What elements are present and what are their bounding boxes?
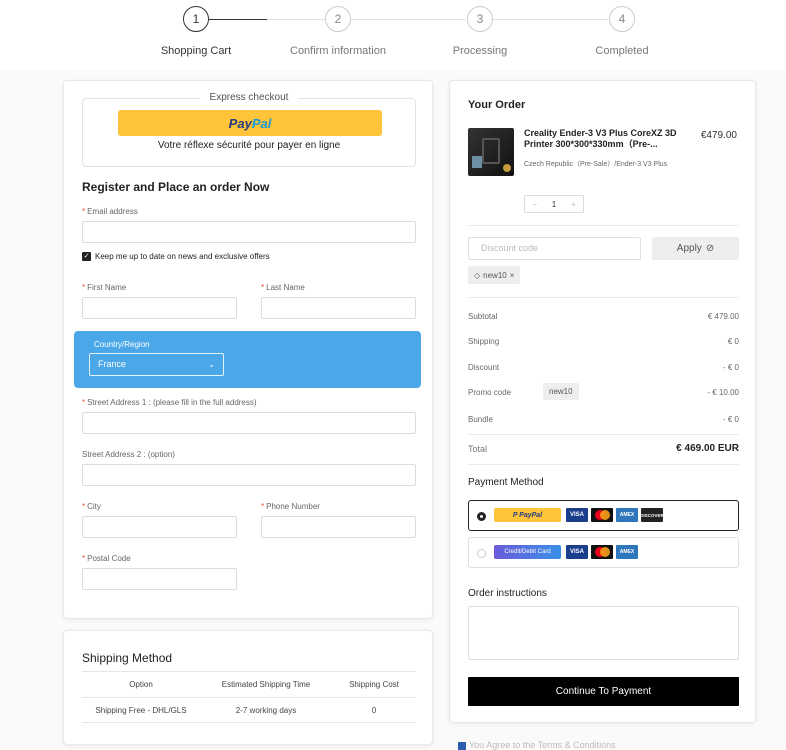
shipping-header-time: Estimated Shipping Time (221, 680, 311, 689)
newsletter-label: Keep me up to date on news and exclusive… (95, 252, 270, 261)
step-4: 4 (609, 6, 635, 32)
divider (468, 434, 739, 435)
step-1: 1 (183, 6, 209, 32)
terms-agreement[interactable]: You Agree to the Terms & Conditions (458, 740, 616, 750)
shipping-row: Shipping € 0 (468, 337, 739, 346)
amex-icon: AMEX (616, 508, 638, 522)
street1-field[interactable] (82, 412, 416, 434)
amex-icon: AMEX (616, 545, 638, 559)
credit-card-logo: Credit/Debit Card (494, 545, 561, 559)
product-image (468, 128, 514, 176)
applied-discount-tag: ◇ new10 × (468, 266, 521, 284)
step-3: 3 (467, 6, 493, 32)
qty-value[interactable]: 1 (552, 200, 556, 209)
city-label: * City (82, 502, 101, 511)
email-label: * Email address (82, 207, 138, 216)
shipping-option-name: Shipping Free - DHL/GLS (95, 705, 187, 715)
shipping-header-option: Option (129, 680, 153, 689)
shipping-option-time: 2-7 working days (235, 705, 297, 715)
paypal-express-button[interactable]: Pay Pal (118, 110, 382, 136)
country-label: Country/Region (94, 340, 150, 349)
step-line-1b (267, 19, 325, 20)
first-name-field[interactable] (82, 297, 237, 319)
step-label-2: Confirm information (290, 45, 386, 57)
shipping-header-cost: Shipping Cost (349, 680, 399, 689)
step-line-3 (493, 19, 608, 20)
discover-icon: DISCOVER (640, 508, 664, 522)
shipping-option-cost: 0 (371, 705, 377, 715)
mastercard-icon (591, 545, 613, 559)
paypal-radio[interactable] (477, 512, 486, 521)
qty-minus-button[interactable]: − (532, 200, 537, 209)
shipping-panel: Shipping Method Option Estimated Shippin… (63, 630, 433, 745)
quantity-stepper[interactable]: − 1 + (524, 195, 584, 213)
shipping-title: Shipping Method (82, 651, 173, 665)
check-circle-icon: ⊘ (705, 243, 715, 254)
step-label-3: Processing (452, 45, 508, 57)
apply-button[interactable]: Apply ⊘ (652, 237, 739, 260)
payment-option-paypal[interactable]: P PayPal VISA AMEX DISCOVER (468, 500, 739, 531)
city-field[interactable] (82, 516, 237, 538)
card-radio[interactable] (477, 549, 486, 558)
checkout-stepper: 1 2 3 4 Shopping Cart Confirm informatio… (0, 0, 786, 70)
discount-code-input[interactable]: Discount code (468, 237, 641, 260)
newsletter-checkbox[interactable]: ✓ (82, 252, 91, 261)
email-field[interactable] (82, 221, 416, 243)
order-panel: Your Order Creality Ender-3 V3 Plus Core… (449, 80, 756, 723)
instructions-title: Order instructions (468, 588, 547, 599)
paypal-tagline: Votre réflexe sécurité pour payer en lig… (157, 140, 341, 151)
country-region-box: Country/Region France ⌄ (74, 331, 421, 388)
street1-label: * Street Address 1 : (please fill in the … (82, 398, 257, 407)
street2-field[interactable] (82, 464, 416, 486)
chevron-down-icon: ⌄ (208, 360, 215, 369)
phone-label: * Phone Number (261, 502, 320, 511)
product-price: €479.00 (700, 130, 737, 141)
payment-option-card[interactable]: Credit/Debit Card VISA AMEX (468, 537, 739, 568)
order-title: Your Order (468, 99, 526, 111)
last-name-label: * Last Name (261, 283, 305, 292)
qty-plus-button[interactable]: + (571, 200, 576, 209)
express-title: Express checkout (199, 92, 299, 103)
step-line-1 (209, 19, 267, 20)
divider (468, 225, 739, 226)
continue-to-payment-button[interactable]: Continue To Payment (468, 677, 739, 706)
step-line-2 (351, 19, 466, 20)
divider (468, 297, 739, 298)
remove-tag-icon[interactable]: × (510, 271, 515, 280)
terms-checkbox[interactable] (458, 741, 466, 750)
visa-icon: VISA (566, 508, 588, 522)
tag-icon: ◇ (474, 270, 481, 280)
mastercard-icon (591, 508, 613, 522)
last-name-field[interactable] (261, 297, 416, 319)
discount-row: Discount - € 0 (468, 363, 739, 372)
total-row: Total € 469.00 EUR (468, 443, 739, 454)
step-label-4: Completed (595, 45, 649, 57)
payment-title: Payment Method (468, 477, 544, 488)
product-title[interactable]: Creality Ender-3 V3 Plus CoreXZ 3D Print… (524, 128, 680, 150)
applied-tag-label: new10 (483, 270, 507, 280)
street2-label: Street Address 2 : (option) (82, 450, 175, 459)
form-title: Register and Place an order Now (82, 180, 270, 194)
product-variant: Czech Republic（Pre-Sale）/Ender-3 V3 Plus (524, 161, 668, 168)
promo-code-badge: new10 (543, 383, 579, 400)
step-2: 2 (325, 6, 351, 32)
shipping-option-row[interactable]: Shipping Free - DHL/GLS 2-7 working days… (82, 697, 416, 723)
order-instructions-textarea[interactable] (468, 606, 739, 660)
divider (468, 464, 739, 465)
bundle-row: Bundle - € 0 (468, 415, 739, 424)
promo-row: Promo code new10- € 10.00 (468, 383, 739, 400)
postal-label: * Postal Code (82, 554, 131, 563)
phone-field[interactable] (261, 516, 416, 538)
visa-icon: VISA (566, 545, 588, 559)
subtotal-row: Subtotal € 479.00 (468, 312, 739, 321)
country-select[interactable]: France ⌄ (89, 353, 224, 376)
step-label-1: Shopping Cart (160, 45, 232, 57)
postal-field[interactable] (82, 568, 237, 590)
first-name-label: * First Name (82, 283, 127, 292)
shipping-header-row: Option Estimated Shipping Time Shipping … (82, 671, 416, 697)
express-checkout: Express checkout Pay Pal Votre réflexe sé… (82, 92, 416, 167)
paypal-logo: P PayPal (494, 508, 561, 522)
